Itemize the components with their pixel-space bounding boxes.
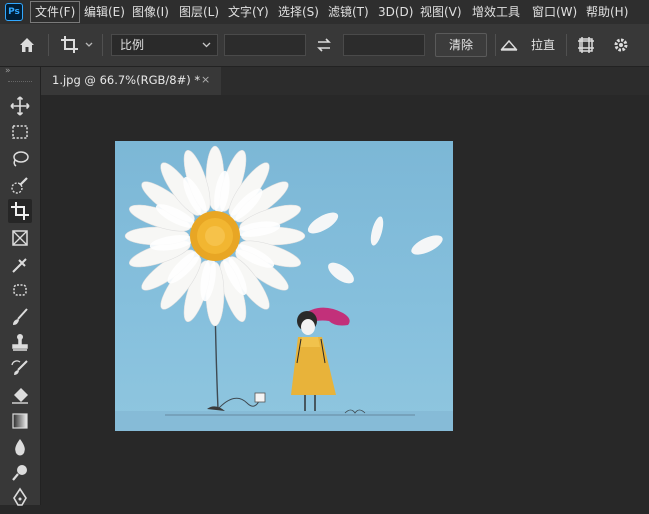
photoshop-logo: Ps: [5, 3, 23, 21]
menu-edit[interactable]: 编辑(E): [84, 0, 125, 24]
history-brush-tool-icon[interactable]: [8, 357, 32, 381]
overlay-grid-icon[interactable]: [577, 36, 595, 58]
crop-tool-icon[interactable]: [8, 199, 32, 223]
move-tool-icon[interactable]: [8, 94, 32, 118]
home-icon[interactable]: [18, 36, 36, 58]
menu-type[interactable]: 文字(Y): [228, 0, 269, 24]
menu-window[interactable]: 窗口(W): [532, 0, 577, 24]
dodge-tool-icon[interactable]: [8, 461, 32, 485]
menu-layer[interactable]: 图层(L): [179, 0, 219, 24]
frame-tool-icon[interactable]: [8, 226, 32, 250]
menu-select[interactable]: 选择(S): [278, 0, 319, 24]
healing-brush-tool-icon[interactable]: [8, 278, 32, 302]
eyedropper-tool-icon[interactable]: [8, 253, 32, 277]
document-tab-title: 1.jpg @ 66.7%(RGB/8#) *: [52, 73, 201, 87]
menu-plugins[interactable]: 增效工具: [472, 0, 520, 24]
document-image[interactable]: [115, 141, 453, 431]
daisy-girl-illustration: [115, 145, 453, 431]
panel-grip[interactable]: [8, 81, 32, 84]
ratio-select[interactable]: 比例: [111, 34, 218, 56]
menu-view[interactable]: 视图(V): [420, 0, 462, 24]
clear-button[interactable]: 清除: [435, 33, 487, 57]
marquee-tool-icon[interactable]: [8, 120, 32, 144]
blur-tool-icon[interactable]: [8, 435, 32, 459]
crop-preset-icon[interactable]: [60, 35, 94, 59]
separator: [102, 34, 103, 56]
straighten-button[interactable]: 拉直: [531, 33, 555, 57]
document-tab-bar: 1.jpg @ 66.7%(RGB/8#) * ×: [41, 67, 649, 95]
width-input[interactable]: [224, 34, 306, 56]
eraser-tool-icon[interactable]: [8, 383, 32, 407]
document-tab[interactable]: 1.jpg @ 66.7%(RGB/8#) * ×: [41, 67, 221, 95]
menu-help[interactable]: 帮助(H): [586, 0, 628, 24]
menu-file[interactable]: 文件(F): [30, 1, 81, 23]
close-icon[interactable]: ×: [201, 73, 210, 86]
collapse-panel-icon[interactable]: »: [5, 66, 11, 76]
menu-3d[interactable]: 3D(D): [378, 0, 413, 24]
brush-tool-icon[interactable]: [8, 305, 32, 329]
menu-bar: Ps 文件(F) 编辑(E) 图像(I) 图层(L) 文字(Y) 选择(S) 滤…: [0, 0, 649, 24]
separator: [48, 34, 49, 56]
menu-filter[interactable]: 滤镜(T): [328, 0, 369, 24]
swap-icon[interactable]: [316, 37, 332, 57]
height-input[interactable]: [343, 34, 425, 56]
lasso-tool-icon[interactable]: [8, 147, 32, 171]
separator: [495, 34, 496, 56]
chevron-down-icon: [202, 42, 211, 48]
menu-image[interactable]: 图像(I): [132, 0, 169, 24]
quick-select-tool-icon[interactable]: [8, 174, 32, 198]
ratio-select-value: 比例: [120, 38, 145, 52]
clone-stamp-tool-icon[interactable]: [8, 331, 32, 355]
gear-icon[interactable]: [612, 36, 630, 58]
tools-panel: »: [0, 66, 41, 506]
gradient-tool-icon[interactable]: [8, 409, 32, 433]
straighten-icon[interactable]: [500, 37, 518, 57]
pen-tool-icon[interactable]: [8, 486, 32, 510]
separator: [566, 34, 567, 56]
options-bar: 比例 清除 拉直: [0, 24, 649, 67]
